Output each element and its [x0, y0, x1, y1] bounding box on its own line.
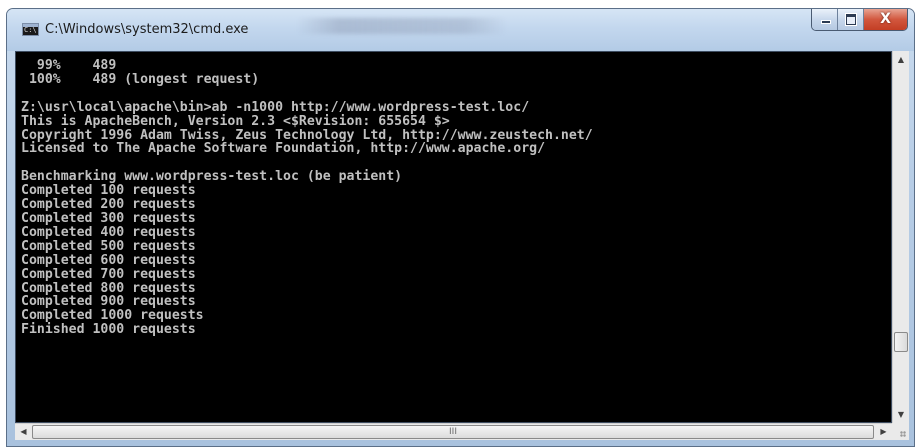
close-icon: X — [880, 11, 891, 27]
minimize-icon — [821, 20, 831, 24]
horizontal-scrollbar[interactable]: ◀ III ▶ — [15, 423, 892, 440]
console-line: Completed 800 requests — [21, 280, 196, 296]
caption-buttons: X — [811, 9, 908, 31]
maximize-button[interactable] — [838, 9, 864, 30]
console-line: This is ApacheBench, Version 2.3 <$Revis… — [21, 113, 450, 129]
background-strip — [0, 0, 915, 8]
vertical-scroll-thumb[interactable] — [894, 332, 908, 352]
console-line: Z:\usr\local\apache\bin>ab -n1000 http:/… — [21, 99, 530, 115]
console-line: Completed 200 requests — [21, 197, 196, 213]
vertical-scrollbar[interactable]: ▲ ▼ — [892, 51, 909, 423]
console-line: Finished 1000 requests — [21, 322, 196, 338]
scroll-left-icon[interactable]: ◀ — [15, 424, 32, 440]
blurred-tab-area — [297, 18, 507, 34]
scroll-right-icon[interactable]: ▶ — [875, 424, 892, 440]
console-line: 99% 489 — [21, 58, 117, 73]
scroll-up-icon[interactable]: ▲ — [893, 51, 909, 68]
close-button[interactable]: X — [864, 9, 907, 30]
console-area[interactable]: 99% 489 100% 489 (longest request) Z:\us… — [15, 51, 892, 423]
horizontal-scroll-thumb[interactable]: III — [32, 425, 874, 439]
scroll-down-icon[interactable]: ▼ — [893, 406, 909, 423]
console-line: Completed 500 requests — [21, 238, 196, 254]
cmd-window: C:\ C:\Windows\system32\cmd.exe X 99% 48… — [6, 8, 915, 447]
minimize-button[interactable] — [812, 9, 838, 30]
grip-icon: III — [449, 427, 457, 437]
title-bar[interactable]: C:\ C:\Windows\system32\cmd.exe X — [7, 9, 914, 51]
cmd-icon[interactable]: C:\ — [22, 23, 39, 36]
console-line: Completed 600 requests — [21, 252, 196, 268]
console-line: Completed 400 requests — [21, 224, 196, 240]
console-line: Benchmarking www.wordpress-test.loc (be … — [21, 169, 403, 185]
console-output: 99% 489 100% 489 (longest request) Z:\us… — [16, 52, 891, 337]
console-line: Licensed to The Apache Software Foundati… — [21, 141, 546, 157]
resize-grip-icon[interactable] — [892, 423, 909, 440]
maximize-icon — [846, 14, 856, 25]
console-line: Completed 300 requests — [21, 210, 196, 226]
window-title: C:\Windows\system32\cmd.exe — [45, 22, 249, 37]
console-line: Completed 900 requests — [21, 294, 196, 310]
console-line: Completed 700 requests — [21, 266, 196, 282]
console-line: 100% 489 (longest request) — [21, 71, 260, 87]
console-line: Completed 100 requests — [21, 183, 196, 199]
